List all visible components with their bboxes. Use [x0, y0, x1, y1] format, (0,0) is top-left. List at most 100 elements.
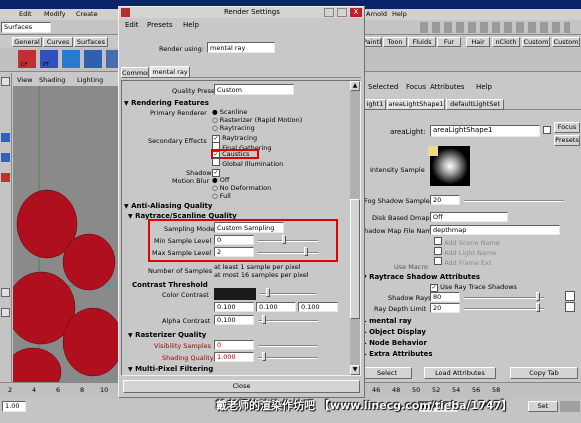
- rs-shading-quality-knob[interactable]: [262, 352, 266, 361]
- rs-motion-blur-no-deformation[interactable]: ○ No Deformation: [212, 184, 271, 192]
- ae-section-mental-ray[interactable]: ▶ mental ray: [362, 317, 412, 325]
- shelf-tab-fluids[interactable]: Fluids: [408, 37, 436, 47]
- ae-node-name-field[interactable]: areaLightShape1: [430, 125, 540, 137]
- ae-dmap-check-light[interactable]: Add Light Name: [434, 247, 554, 257]
- ae-dmap-check-scene[interactable]: Add Scene Name: [434, 237, 554, 247]
- ae-shadow-rays-field[interactable]: 80: [430, 292, 460, 302]
- rs-secondary-global-illumination[interactable]: Global Illumination: [212, 158, 283, 168]
- rs-color-contrast-r[interactable]: 0.100: [214, 302, 254, 312]
- shelf-tab-cloth[interactable]: Custom: [522, 37, 550, 47]
- ae-tab-light[interactable]: ight1: [364, 99, 386, 110]
- menu-arnold[interactable]: Arnold: [366, 10, 387, 18]
- ae-use-raytrace-check[interactable]: ✓ Use Ray Trace Shadows: [430, 283, 517, 292]
- shelf-tab-custom[interactable]: Custom: [552, 37, 580, 47]
- shelf-tab-effects[interactable]: PaintEffects: [362, 37, 382, 47]
- rs-anti-aliasing-header[interactable]: ▼ Anti-Aliasing Quality: [124, 202, 212, 210]
- shelf-icon-4[interactable]: [84, 50, 102, 68]
- tool-rotate-icon[interactable]: [1, 153, 10, 162]
- rs-scrollbar[interactable]: ▲ ▼: [350, 81, 360, 375]
- shelf-tab-fur[interactable]: Fur: [437, 37, 461, 47]
- viewport-menu-view[interactable]: View: [17, 76, 32, 84]
- ae-ray-depth-field[interactable]: 20: [430, 303, 460, 313]
- rs-visibility-samples-field[interactable]: 0: [214, 340, 254, 350]
- ae-section-object-display[interactable]: ▶ Object Display: [362, 328, 426, 336]
- ae-tab-arealightshape1[interactable]: areaLightShape1: [387, 99, 445, 110]
- rs-visibility-samples-slider[interactable]: [258, 345, 318, 347]
- rs-rasterizer-quality-header[interactable]: ▼ Rasterizer Quality: [128, 331, 206, 339]
- rs-primary-rasterizer[interactable]: ○ Rasterizer (Rapid Motion): [212, 116, 302, 124]
- rs-maximize-icon[interactable]: [337, 8, 347, 17]
- rs-alpha-contrast-field[interactable]: 0.100: [214, 315, 254, 325]
- shelf-tab-general[interactable]: General: [12, 37, 42, 47]
- ae-menu-selected[interactable]: Selected: [368, 83, 398, 91]
- tool-select-icon[interactable]: [1, 77, 10, 86]
- shelf-tab-surfaces[interactable]: Surfaces: [74, 37, 108, 47]
- rs-alpha-contrast-knob[interactable]: [262, 315, 266, 324]
- ae-dmap-field[interactable]: depthmap: [430, 225, 560, 235]
- rs-menu-help[interactable]: Help: [183, 21, 199, 29]
- shelf-tab-ncloth[interactable]: nCloth: [492, 37, 520, 47]
- tool-move-icon[interactable]: [1, 133, 10, 142]
- shelf-tab-curves[interactable]: Curves: [43, 37, 73, 47]
- shelf-tab-toon[interactable]: Toon: [383, 37, 407, 47]
- ae-shadow-rays-slider[interactable]: [464, 297, 544, 299]
- ae-tab-defaultlightset[interactable]: defaultLightSet: [446, 99, 504, 110]
- ae-dmap-check-frame[interactable]: Add Frame Ext: [434, 257, 554, 267]
- ae-menu-focus[interactable]: Focus: [406, 83, 426, 91]
- rs-shading-quality-field[interactable]: 1.000: [214, 352, 254, 362]
- ae-ray-depth-slider[interactable]: [464, 308, 544, 310]
- ae-select-button[interactable]: Select: [362, 367, 412, 379]
- ae-section-node-behavior[interactable]: ▶ Node Behavior: [362, 339, 427, 347]
- ae-load-attributes-button[interactable]: Load Attributes: [424, 367, 496, 379]
- rs-render-using-dropdown[interactable]: mental ray: [207, 42, 275, 53]
- tool-scale-icon[interactable]: [1, 173, 10, 182]
- ae-use-macro[interactable]: Use Macro: [394, 263, 428, 271]
- rs-multi-pixel-header[interactable]: ▼ Multi-Pixel Filtering: [128, 365, 213, 373]
- viewport-menu-shading[interactable]: Shading: [39, 76, 65, 84]
- auto-key-set-button[interactable]: Set: [528, 401, 558, 412]
- rs-close-icon[interactable]: X: [350, 8, 362, 17]
- rs-minimize-icon[interactable]: [324, 8, 334, 17]
- rs-menu-edit[interactable]: Edit: [125, 21, 139, 29]
- ae-raytrace-section[interactable]: ▼ Raytrace Shadow Attributes: [362, 273, 480, 281]
- ae-ray-depth-knob[interactable]: [536, 303, 540, 312]
- menu-edit[interactable]: Edit: [19, 10, 32, 18]
- rs-primary-scanline[interactable]: ● Scanline: [212, 108, 247, 116]
- rs-color-contrast-b[interactable]: 0.100: [298, 302, 338, 312]
- scroll-up-icon[interactable]: ▲: [350, 81, 360, 91]
- ae-focus-button[interactable]: Focus: [554, 122, 580, 133]
- scroll-thumb[interactable]: [350, 199, 360, 319]
- playback-controls[interactable]: [560, 401, 580, 412]
- viewport[interactable]: [13, 86, 120, 382]
- rs-motion-blur-off[interactable]: ● Off: [212, 176, 229, 184]
- rs-tab-common[interactable]: Common: [121, 67, 149, 78]
- ae-header-icon[interactable]: [543, 126, 551, 134]
- tool-layout-icon[interactable]: [1, 288, 10, 297]
- rs-menu-presets[interactable]: Presets: [147, 21, 172, 29]
- scroll-down-icon[interactable]: ▼: [350, 365, 360, 375]
- ae-disk-shadow-dropdown[interactable]: Off: [430, 212, 508, 222]
- rs-color-contrast-swatch[interactable]: [214, 288, 256, 300]
- ae-fog-shadow-field[interactable]: 20: [430, 195, 460, 205]
- ae-section-extra-attributes[interactable]: ▶ Extra Attributes: [362, 350, 433, 358]
- ae-shadow-rays-knob[interactable]: [536, 292, 540, 301]
- rs-primary-raytracing[interactable]: ○ Raytracing: [212, 124, 255, 132]
- rs-rendering-features-header[interactable]: ▼ Rendering Features: [124, 99, 209, 107]
- rs-shading-quality-slider[interactable]: [258, 357, 318, 359]
- rs-color-contrast-knob[interactable]: [266, 288, 270, 297]
- menu-create[interactable]: Create: [76, 10, 98, 18]
- rs-tab-mental-ray[interactable]: mental ray: [150, 66, 190, 78]
- menu-help[interactable]: Help: [392, 10, 407, 18]
- range-start-field[interactable]: 1.00: [2, 401, 26, 412]
- ae-fog-shadow-slider[interactable]: [464, 200, 564, 202]
- ae-ray-depth-map-icon[interactable]: [565, 302, 575, 312]
- menu-modify[interactable]: Modify: [44, 10, 66, 18]
- shelf-tab-hair[interactable]: Hair: [466, 37, 490, 47]
- ae-shadow-rays-map-icon[interactable]: [565, 291, 575, 301]
- rs-color-contrast-g[interactable]: 0.100: [256, 302, 296, 312]
- ae-menu-help[interactable]: Help: [476, 83, 492, 91]
- ae-presets-button[interactable]: Presets: [554, 135, 580, 146]
- rs-alpha-contrast-slider[interactable]: [258, 320, 318, 322]
- tool-layout2-icon[interactable]: [1, 308, 10, 317]
- shelf-icon-3[interactable]: [62, 50, 80, 68]
